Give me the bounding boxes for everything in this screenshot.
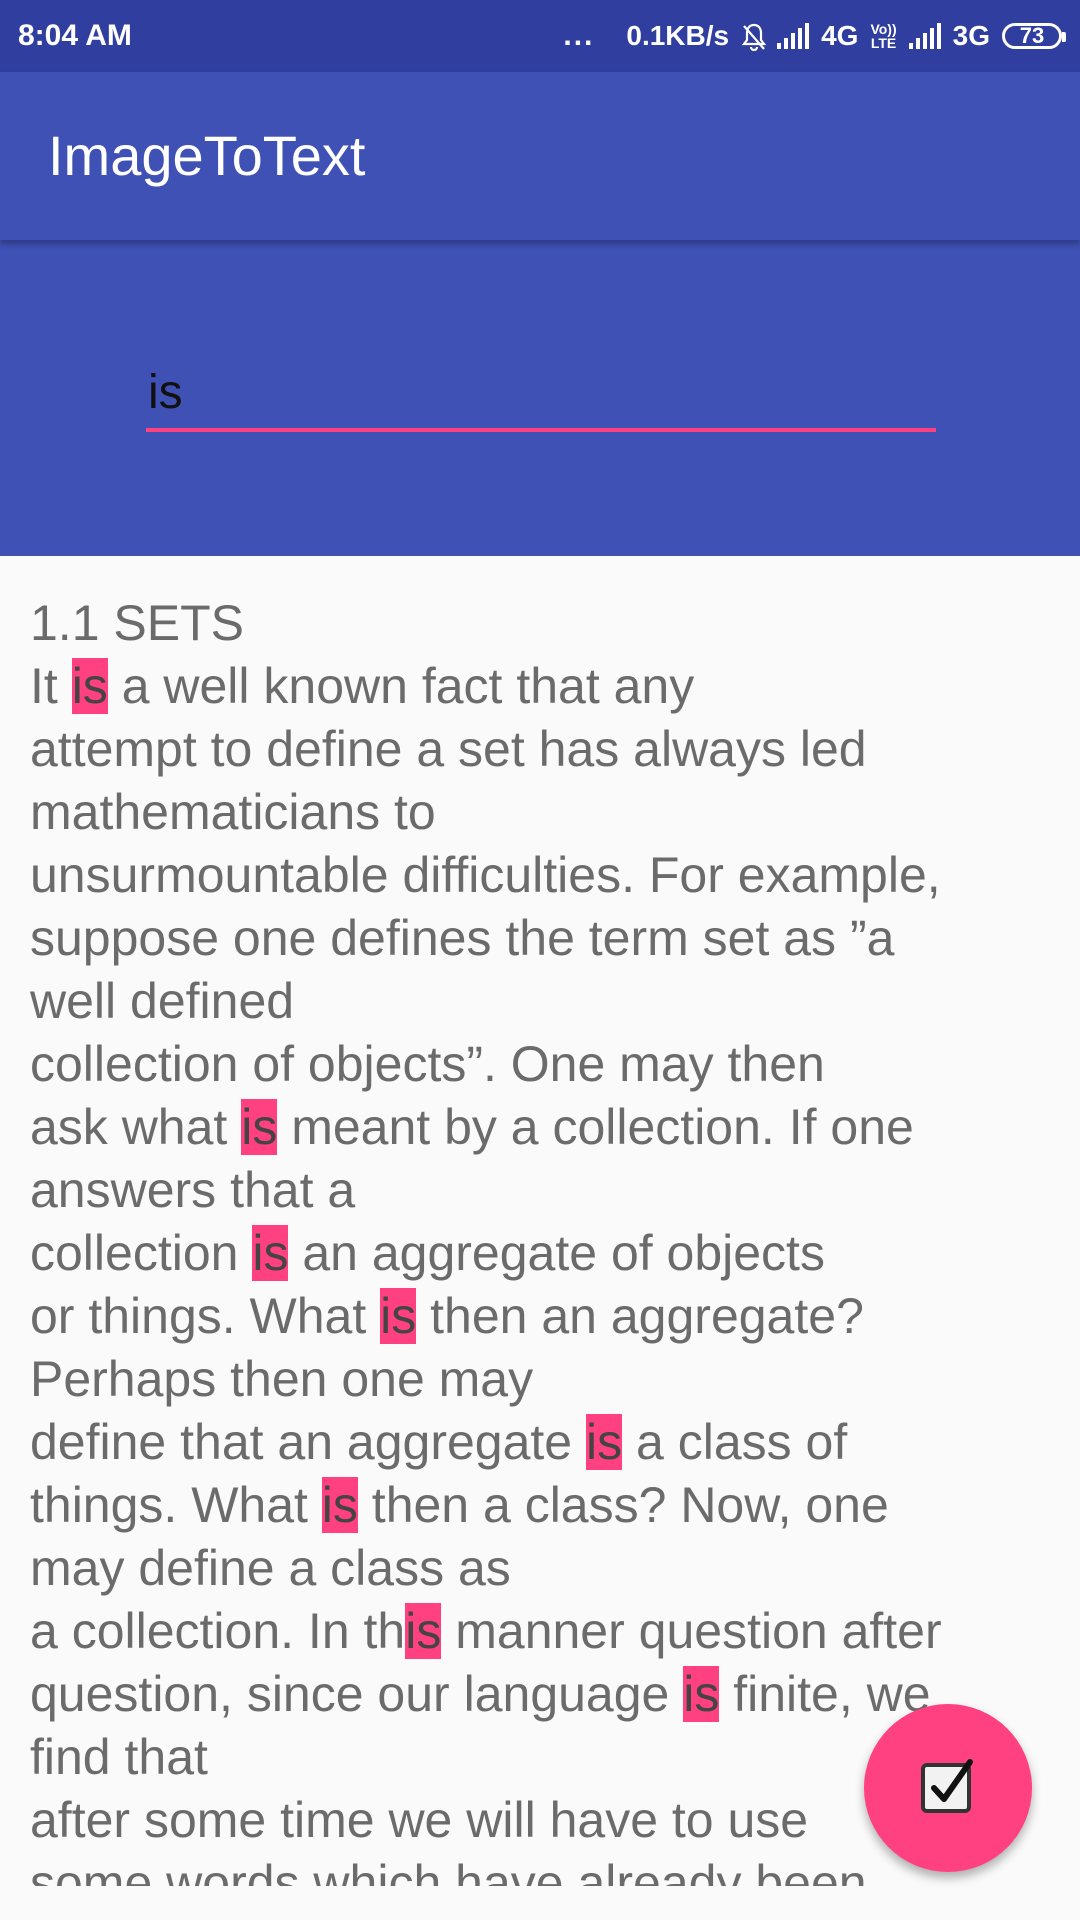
search-panel — [0, 240, 1080, 556]
network-type-secondary: 3G — [952, 20, 990, 51]
text-line: Perhaps then one may — [30, 1351, 534, 1407]
network-speed: 0.1KB/s — [626, 20, 730, 51]
text-line: answers that a — [30, 1162, 356, 1218]
signal-icon-secondary — [908, 23, 941, 49]
volte-icon: Vo)) LTE — [870, 22, 896, 50]
search-highlight: is — [586, 1414, 623, 1470]
volte-bottom: LTE — [870, 35, 897, 51]
text-line: ask what is meant by a collection. If on… — [30, 1099, 914, 1155]
recognized-text: 1.1 SETS It is a well known fact that any… — [30, 592, 1060, 1896]
text-line: or things. What is then an aggregate? — [30, 1288, 864, 1344]
text-line: suppose one defines the term set as ”a — [30, 910, 895, 966]
text-line: may define a class as — [30, 1540, 511, 1596]
notification-off-icon — [741, 22, 767, 52]
app-bar: ImageToText — [0, 72, 1080, 240]
battery-icon: 73 — [1002, 23, 1066, 49]
text-line: mathematicians to — [30, 784, 436, 840]
signal-icon — [777, 23, 810, 49]
app-title: ImageToText — [48, 124, 366, 187]
volte-top: Vo)) — [870, 21, 897, 37]
text-line: well defined — [30, 973, 295, 1029]
status-time: 8:04 AM — [18, 19, 132, 52]
status-indicators: ... 0.1KB/s 4G Vo)) LTE 3G 73 — [563, 19, 1066, 53]
more-notifications-icon: ... — [563, 19, 595, 52]
search-highlight: is — [683, 1666, 720, 1722]
text-line: collection is an aggregate of objects — [30, 1225, 825, 1281]
search-highlight: is — [321, 1477, 358, 1533]
search-highlight: is — [405, 1603, 442, 1659]
search-highlight: is — [252, 1225, 289, 1281]
text-line: collection of objects”. One may then — [30, 1036, 825, 1092]
text-line: a collection. In this manner question af… — [30, 1603, 942, 1659]
search-input[interactable] — [146, 360, 936, 432]
battery-level: 73 — [1019, 23, 1045, 48]
status-bar: 8:04 AM ... 0.1KB/s 4G Vo)) LTE 3G 73 — [0, 0, 1080, 72]
text-line: attempt to define a set has always led — [30, 721, 867, 777]
bottom-strip — [0, 1886, 1080, 1920]
network-type-primary: 4G — [821, 20, 859, 51]
search-highlight: is — [71, 658, 108, 714]
text-line: 1.1 SETS — [30, 595, 244, 651]
confirm-fab-button[interactable] — [864, 1704, 1032, 1872]
result-text-area[interactable]: 1.1 SETS It is a well known fact that any… — [0, 556, 1080, 1896]
text-line: things. What is then a class? Now, one — [30, 1477, 889, 1533]
checkbox-checked-icon — [916, 1756, 980, 1820]
search-highlight: is — [380, 1288, 417, 1344]
text-line: define that an aggregate is a class of — [30, 1414, 848, 1470]
text-line: unsurmountable difficulties. For example… — [30, 847, 941, 903]
text-line: It is a well known fact that any — [30, 658, 695, 714]
search-highlight: is — [241, 1099, 278, 1155]
